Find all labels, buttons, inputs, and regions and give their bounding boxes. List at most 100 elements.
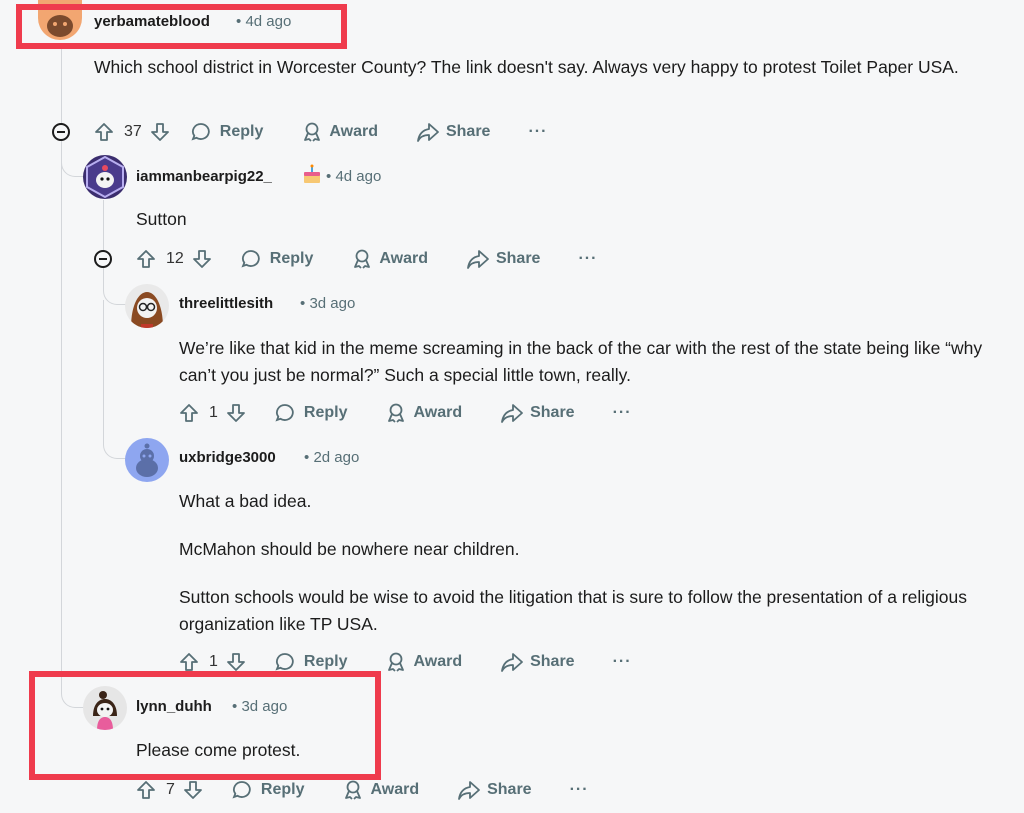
share-button[interactable]: Share xyxy=(466,248,540,270)
comment-body: What a bad idea. McMahon should be nowhe… xyxy=(179,488,999,638)
comment-text: What a bad idea. xyxy=(179,491,312,511)
upvote-icon xyxy=(137,250,155,268)
share-arrow-icon xyxy=(501,653,523,672)
comment-actions: 37 Reply Award Share ··· xyxy=(94,119,547,145)
award-icon xyxy=(388,652,405,672)
snoo-avatar-icon xyxy=(47,15,73,37)
award-button[interactable]: Award xyxy=(342,779,419,801)
downvote-icon xyxy=(192,250,211,268)
share-arrow-icon xyxy=(467,250,489,269)
share-arrow-icon xyxy=(417,123,439,142)
upvote-icon xyxy=(180,404,198,422)
comment-text: We’re like that kid in the meme screamin… xyxy=(179,338,983,385)
downvote-button[interactable] xyxy=(226,403,246,423)
avatar[interactable] xyxy=(83,686,127,730)
comment-actions: 1 Reply Award Share ··· xyxy=(179,400,632,426)
upvote-button[interactable] xyxy=(136,780,156,800)
downvote-icon xyxy=(227,404,245,422)
username[interactable]: yerbamateblood xyxy=(94,13,210,30)
thread-connector xyxy=(103,300,126,459)
username[interactable]: uxbridge3000 xyxy=(179,449,276,466)
avatar[interactable] xyxy=(83,155,127,199)
avatar[interactable] xyxy=(38,0,82,40)
thread-connector xyxy=(61,660,84,708)
upvote-button[interactable] xyxy=(94,122,114,142)
upvote-button[interactable] xyxy=(179,403,199,423)
more-options-button[interactable]: ··· xyxy=(613,404,632,422)
reply-button[interactable]: Reply xyxy=(190,121,263,143)
vote-count: 12 xyxy=(166,250,184,267)
downvote-button[interactable] xyxy=(226,652,246,672)
comment-actions: 7 Reply Award Share ··· xyxy=(136,777,589,803)
comment-body: Please come protest. xyxy=(136,737,996,764)
downvote-button[interactable] xyxy=(192,249,212,269)
reply-button[interactable]: Reply xyxy=(231,779,304,801)
award-icon xyxy=(354,249,371,269)
timestamp: • 3d ago xyxy=(300,295,356,312)
comment-body: We’re like that kid in the meme screamin… xyxy=(179,335,999,389)
award-button[interactable]: Award xyxy=(351,248,428,270)
more-options-button[interactable]: ··· xyxy=(578,250,597,268)
more-options-button[interactable]: ··· xyxy=(570,781,589,799)
comment-actions: 12 Reply Award Share ··· xyxy=(136,246,597,272)
comment-text: Please come protest. xyxy=(136,740,301,760)
comment-bubble-icon xyxy=(241,250,260,268)
vote-count: 7 xyxy=(166,781,175,798)
more-options-button[interactable]: ··· xyxy=(528,123,547,141)
award-icon xyxy=(304,122,321,142)
share-button[interactable]: Share xyxy=(500,402,575,424)
avatar[interactable] xyxy=(125,438,169,482)
reply-button[interactable]: Reply xyxy=(274,402,347,424)
username[interactable]: threelittlesith xyxy=(179,295,273,312)
share-button[interactable]: Share xyxy=(457,779,532,801)
timestamp: • 4d ago xyxy=(236,13,292,30)
username[interactable]: iammanbearpig22_ xyxy=(136,168,272,185)
comment-text: Sutton xyxy=(136,209,187,229)
upvote-icon xyxy=(95,123,113,141)
collapse-thread-button[interactable] xyxy=(94,250,112,268)
more-options-button[interactable]: ··· xyxy=(613,653,632,671)
snoo-avatar-icon xyxy=(86,155,124,199)
avatar[interactable] xyxy=(125,284,169,328)
downvote-icon xyxy=(184,781,202,799)
upvote-button[interactable] xyxy=(179,652,199,672)
downvote-button[interactable] xyxy=(183,780,203,800)
reply-button[interactable]: Reply xyxy=(274,651,347,673)
downvote-icon xyxy=(150,123,169,141)
award-icon xyxy=(388,403,405,423)
comment-text: Sutton schools would be wise to avoid th… xyxy=(179,587,967,634)
username[interactable]: lynn_duhh xyxy=(136,698,212,715)
award-button[interactable]: Award xyxy=(301,121,378,143)
collapse-thread-button[interactable] xyxy=(52,123,70,141)
comment-body: Which school district in Worcester Count… xyxy=(94,54,1004,81)
comment-bubble-icon xyxy=(275,653,294,671)
vote-count: 1 xyxy=(209,404,218,421)
upvote-icon xyxy=(137,781,155,799)
upvote-icon xyxy=(180,653,198,671)
downvote-button[interactable] xyxy=(150,122,170,142)
comment-actions: 1 Reply Award Share ··· xyxy=(179,649,632,675)
comment-bubble-icon xyxy=(191,123,210,141)
award-icon xyxy=(345,780,362,800)
comment-text: McMahon should be nowhere near children. xyxy=(179,539,520,559)
upvote-button[interactable] xyxy=(136,249,156,269)
comment-text: Which school district in Worcester Count… xyxy=(94,57,959,77)
reply-button[interactable]: Reply xyxy=(240,248,313,270)
thread-line-root xyxy=(61,48,62,688)
comment-body: Sutton xyxy=(136,206,996,233)
share-arrow-icon xyxy=(458,781,480,800)
comment-bubble-icon xyxy=(232,781,251,799)
vote-count: 37 xyxy=(124,123,142,140)
snoo-avatar-icon xyxy=(93,691,117,730)
snoo-avatar-icon xyxy=(131,292,163,328)
timestamp: • 3d ago xyxy=(232,698,288,715)
award-button[interactable]: Award xyxy=(385,402,462,424)
share-button[interactable]: Share xyxy=(500,651,575,673)
share-button[interactable]: Share xyxy=(416,121,490,143)
timestamp: • 2d ago xyxy=(304,449,360,466)
share-arrow-icon xyxy=(501,404,523,423)
cake-icon xyxy=(302,164,322,191)
timestamp: • 4d ago xyxy=(326,168,382,185)
award-button[interactable]: Award xyxy=(385,651,462,673)
snoo-avatar-icon xyxy=(136,443,158,477)
